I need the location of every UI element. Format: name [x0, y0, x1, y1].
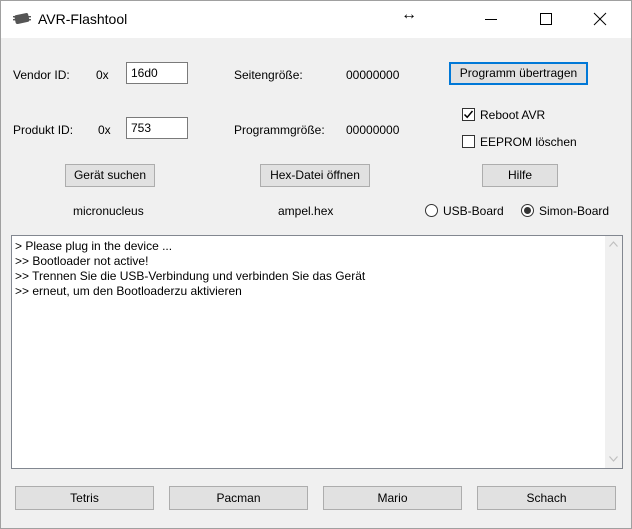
vendor-id-label: Vendor ID:: [13, 68, 70, 82]
open-hex-file-button[interactable]: Hex-Datei öffnen: [260, 164, 370, 187]
page-size-value: 00000000: [346, 68, 400, 82]
pacman-button[interactable]: Pacman: [169, 486, 308, 510]
eeprom-clear-label: EEPROM löschen: [480, 135, 577, 149]
vendor-id-prefix: 0x: [96, 68, 109, 82]
scroll-up-icon[interactable]: [605, 236, 622, 253]
window-title: AVR-Flashtool: [38, 11, 128, 27]
minimize-icon: [485, 19, 497, 20]
chip-icon: [11, 11, 33, 27]
checkbox-box[interactable]: [462, 108, 475, 121]
simon-board-label: Simon-Board: [539, 204, 610, 218]
mario-button[interactable]: Mario: [323, 486, 462, 510]
app-window: AVR-Flashtool ↔ Vendor ID: 0x Seitengröß…: [0, 0, 632, 529]
vertical-scrollbar[interactable]: [605, 236, 622, 468]
product-id-prefix: 0x: [98, 123, 111, 137]
log-line: > Please plug in the device ...: [15, 239, 173, 253]
maximize-button[interactable]: [523, 1, 569, 38]
radio-circle[interactable]: [521, 204, 534, 217]
program-size-label: Programmgröße:: [234, 123, 325, 137]
radio-circle[interactable]: [425, 204, 438, 217]
chess-button[interactable]: Schach: [477, 486, 616, 510]
upload-program-button[interactable]: Programm übertragen: [449, 62, 588, 85]
close-icon: [593, 12, 607, 26]
log-line: >> Trennen Sie die USB-Verbindung und ve…: [15, 269, 366, 283]
find-device-button[interactable]: Gerät suchen: [65, 164, 155, 187]
page-size-label: Seitengröße:: [234, 68, 303, 82]
close-button[interactable]: [577, 1, 623, 38]
left-right-arrow-icon[interactable]: ↔: [401, 6, 417, 24]
checkmark-icon: [463, 110, 474, 119]
log-textarea[interactable]: > Please plug in the device ... >> Bootl…: [11, 235, 623, 469]
log-line: >> Bootloader not active!: [15, 254, 149, 268]
device-name-text: micronucleus: [73, 204, 144, 218]
radio-selected-dot: [524, 207, 531, 214]
product-id-field[interactable]: [126, 117, 188, 139]
vendor-id-field[interactable]: [126, 62, 188, 84]
tetris-button[interactable]: Tetris: [15, 486, 154, 510]
hex-file-name-text: ampel.hex: [278, 204, 334, 218]
scroll-down-icon[interactable]: [605, 451, 622, 468]
maximize-icon: [540, 13, 552, 25]
product-id-label: Produkt ID:: [13, 123, 74, 137]
log-lines: > Please plug in the device ... >> Bootl…: [15, 239, 365, 299]
usb-board-label: USB-Board: [443, 204, 504, 218]
title-bar[interactable]: AVR-Flashtool ↔: [1, 1, 631, 38]
log-line: >> erneut, um den Bootloaderzu aktiviere…: [15, 284, 242, 298]
program-size-value: 00000000: [346, 123, 400, 137]
reboot-avr-label: Reboot AVR: [480, 108, 546, 122]
minimize-button[interactable]: [468, 1, 514, 38]
checkbox-box[interactable]: [462, 135, 475, 148]
help-button[interactable]: Hilfe: [482, 164, 558, 187]
